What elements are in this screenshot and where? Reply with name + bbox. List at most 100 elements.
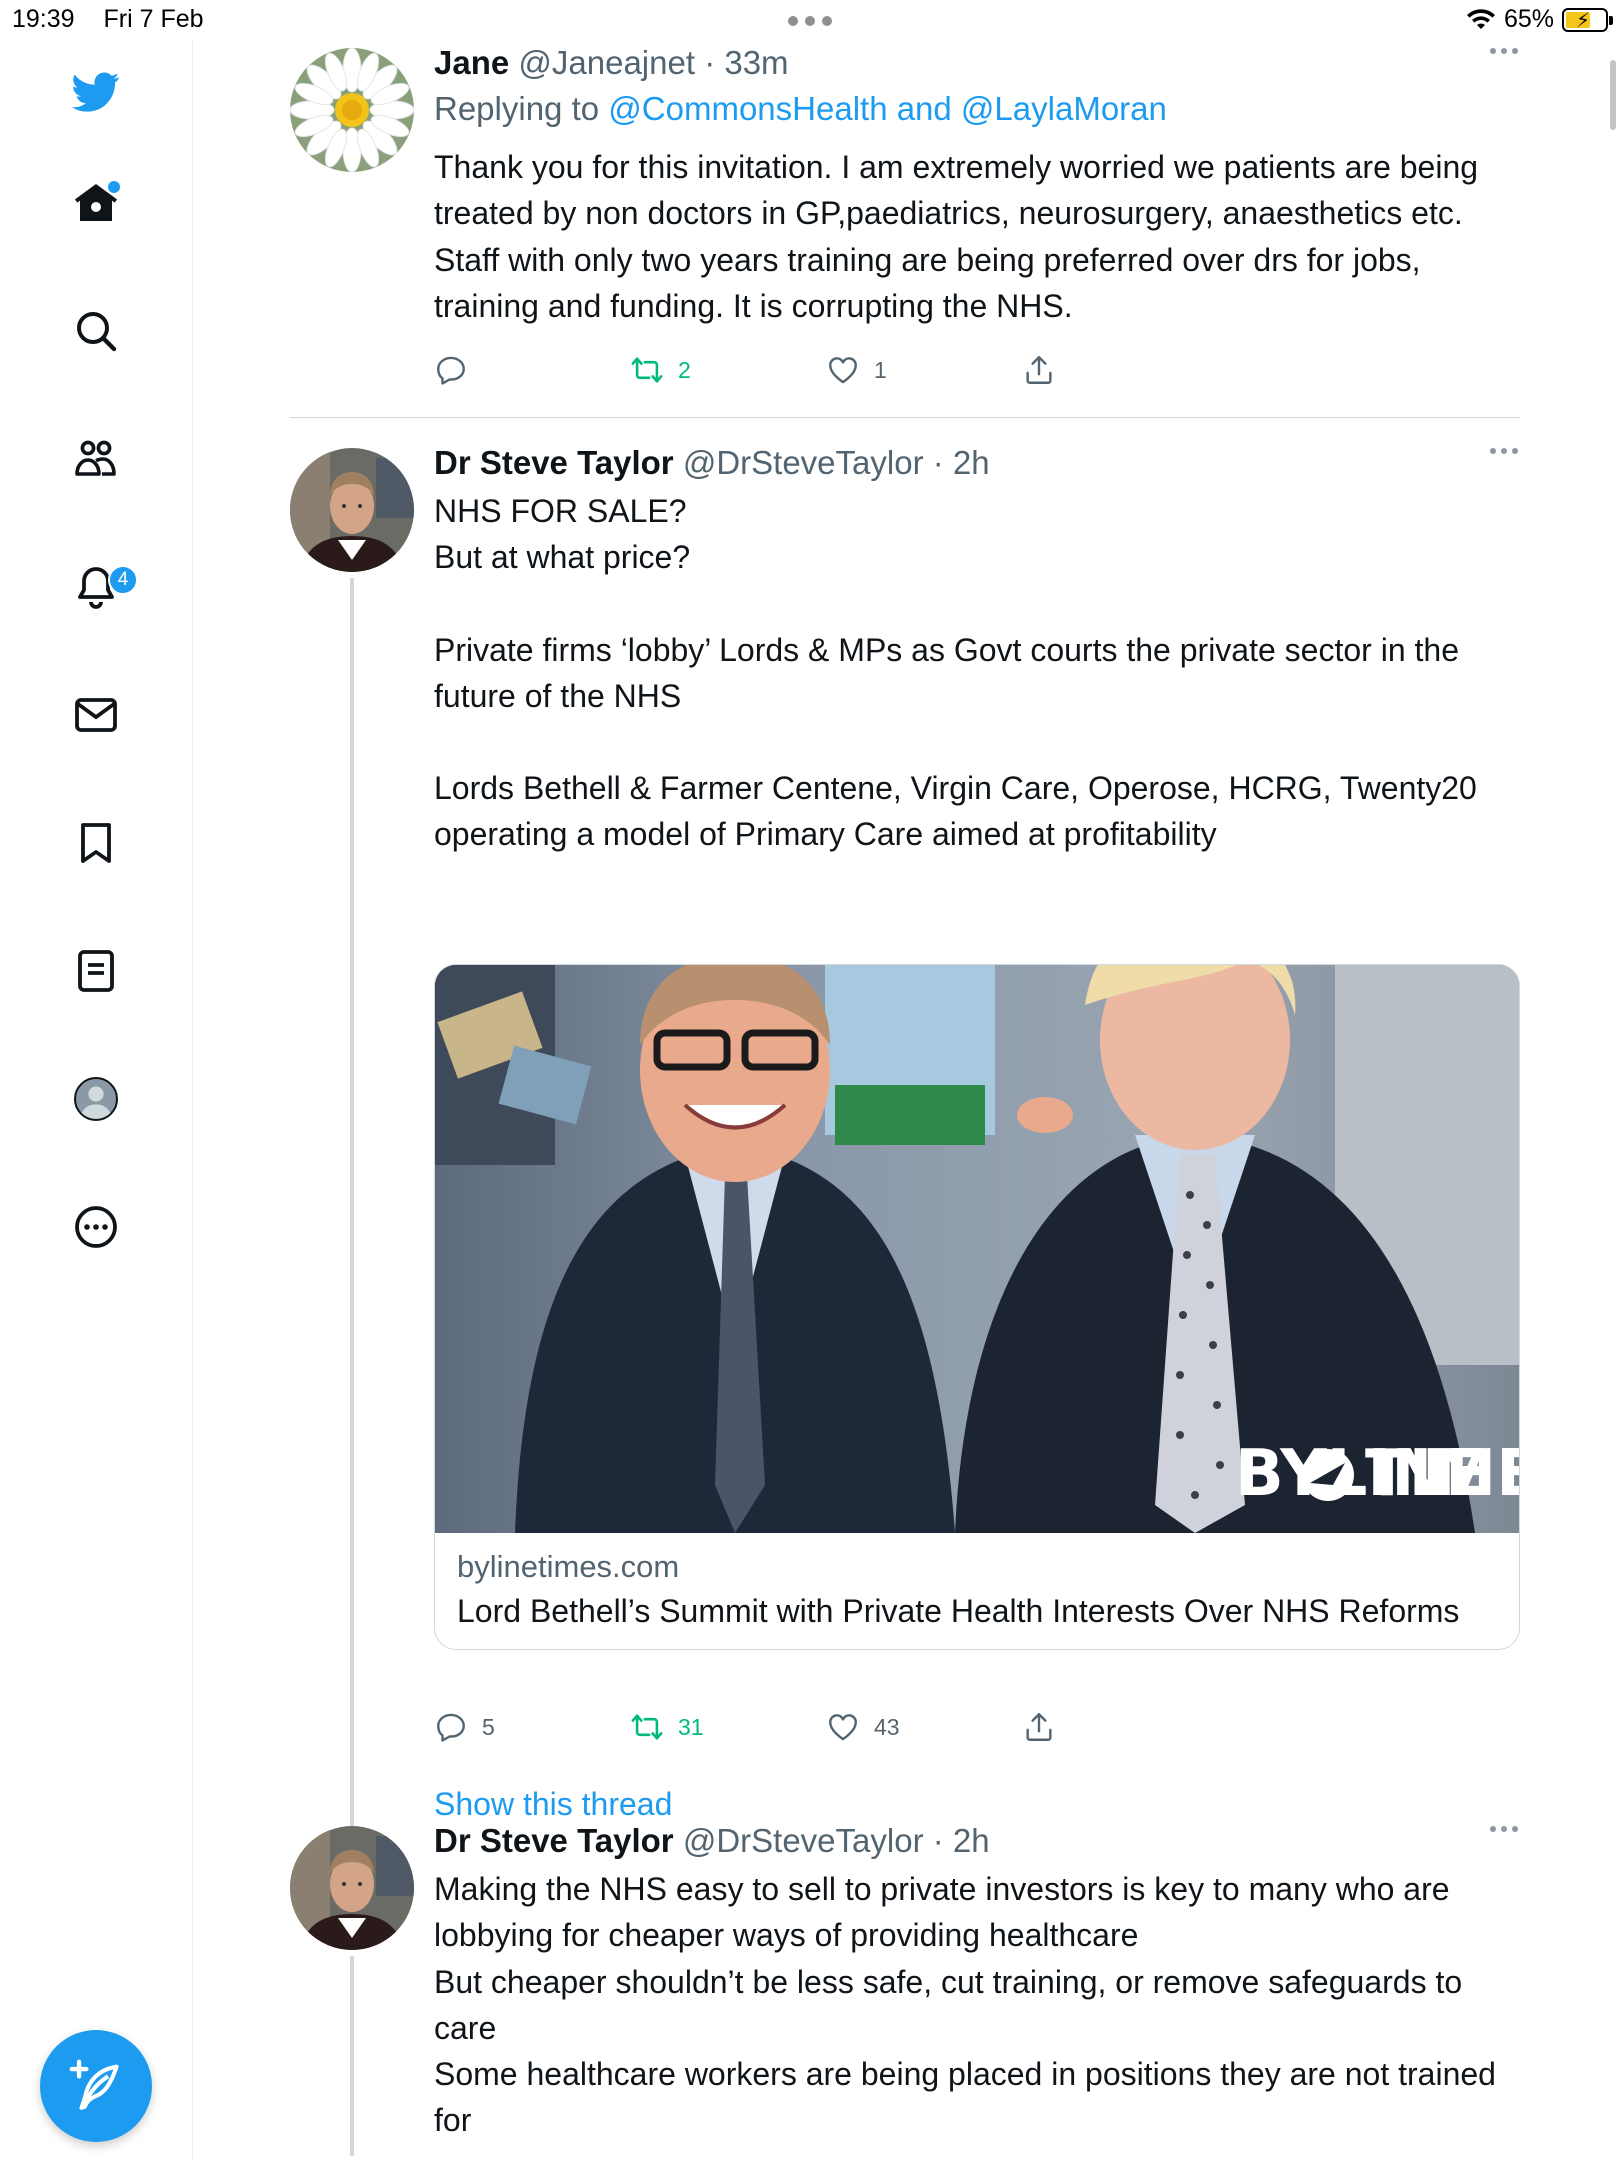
reply-button[interactable] bbox=[434, 353, 482, 387]
author-handle[interactable]: @DrSteveTaylor bbox=[683, 1822, 924, 1859]
status-bar: 19:39 Fri 7 Feb 65% ⚡ bbox=[0, 0, 1620, 40]
retweet-icon bbox=[631, 1714, 663, 1740]
sidebar-item-lists[interactable] bbox=[64, 939, 128, 1003]
thread-line bbox=[350, 1956, 354, 2156]
more-circle-icon bbox=[75, 1206, 117, 1248]
share-button[interactable] bbox=[1022, 353, 1056, 387]
search-icon bbox=[77, 312, 117, 352]
like-count: 1 bbox=[874, 356, 887, 383]
status-right: 65% ⚡ bbox=[1466, 5, 1613, 34]
tweet-line: But at what price? bbox=[434, 539, 691, 576]
link-domain: bylinetimes.com bbox=[457, 1549, 680, 1584]
reply-button[interactable]: 5 bbox=[434, 1710, 495, 1744]
scrollbar[interactable] bbox=[1610, 60, 1616, 130]
like-button[interactable]: 1 bbox=[826, 353, 887, 387]
retweet-count: 2 bbox=[678, 356, 691, 383]
compose-tweet-button[interactable] bbox=[40, 2030, 152, 2142]
retweet-button[interactable]: 2 bbox=[630, 353, 691, 387]
tweet-header: Dr Steve Taylor @DrSteveTaylor · 2h bbox=[434, 1822, 1520, 1860]
retweet-count: 31 bbox=[678, 1713, 704, 1740]
status-date: Fri 7 Feb bbox=[103, 5, 204, 33]
tweet-body: Dr Steve Taylor @DrSteveTaylor · 2h NHS … bbox=[434, 444, 1520, 858]
tweet-line: Lords Bethell & Farmer Centene, Virgin C… bbox=[434, 770, 1477, 807]
share-icon bbox=[1026, 1713, 1052, 1741]
tweet-actions: 5 31 43 bbox=[434, 1710, 1134, 1750]
sidebar-item-notifications[interactable]: 4 bbox=[64, 555, 138, 619]
link-preview-meta: bylinetimes.com Lord Bethell’s Summit wi… bbox=[435, 1533, 1519, 1649]
twitter-logo-icon[interactable] bbox=[64, 60, 128, 124]
retweet-icon bbox=[631, 357, 663, 383]
reply-count: 5 bbox=[482, 1713, 495, 1740]
sidebar-item-home[interactable] bbox=[64, 171, 128, 235]
author-name[interactable]: Jane bbox=[434, 44, 509, 81]
tweet-line: NHS FOR SALE? bbox=[434, 493, 687, 529]
tweet-body: Jane @Janeajnet · 33m Replying to @Commo… bbox=[434, 44, 1520, 329]
author-handle[interactable]: @DrSteveTaylor bbox=[683, 444, 924, 481]
like-button[interactable]: 43 bbox=[826, 1710, 900, 1744]
tweet-text: Making the NHS easy to sell to private i… bbox=[434, 1871, 1496, 2139]
thread-line bbox=[350, 578, 354, 1862]
thread-line-top bbox=[350, 1778, 354, 1814]
link-preview-image: BYLINE TIMES bbox=[435, 965, 1520, 1533]
wifi-icon bbox=[1466, 8, 1495, 29]
sidebar-item-more[interactable] bbox=[64, 1195, 128, 1259]
mail-icon bbox=[75, 698, 117, 732]
author-handle[interactable]: @Janeajnet bbox=[518, 44, 695, 81]
sidebar-item-profile[interactable] bbox=[64, 1067, 128, 1131]
avatar[interactable] bbox=[290, 448, 414, 572]
feather-plus-icon bbox=[69, 2059, 119, 2110]
sidebar-item-messages[interactable] bbox=[64, 683, 128, 747]
multitasking-dots-icon[interactable] bbox=[788, 16, 832, 26]
more-options-icon[interactable] bbox=[1490, 48, 1518, 54]
battery-icon: ⚡ bbox=[1562, 7, 1613, 32]
byline-times-watermark-times: TIMES bbox=[1365, 1437, 1520, 1511]
tweet-body: Dr Steve Taylor @DrSteveTaylor · 2h Maki… bbox=[434, 1822, 1520, 2144]
heart-icon bbox=[829, 1714, 857, 1741]
status-left: 19:39 Fri 7 Feb bbox=[12, 5, 226, 34]
share-icon bbox=[1026, 356, 1052, 384]
reply-icon bbox=[437, 356, 465, 385]
bookmark-icon bbox=[81, 823, 111, 863]
link-preview-card[interactable]: BYLINE TIMES bylinetimes.com Lord Bethel… bbox=[434, 964, 1520, 1650]
author-name[interactable]: Dr Steve Taylor bbox=[434, 1822, 674, 1859]
tweet-text: Thank you for this invitation. I am extr… bbox=[434, 149, 1479, 324]
sidebar-item-bookmarks[interactable] bbox=[64, 811, 128, 875]
profile-avatar-icon bbox=[74, 1077, 118, 1121]
home-unread-dot bbox=[108, 181, 120, 193]
more-options-icon[interactable] bbox=[1490, 1826, 1518, 1832]
author-name[interactable]: Dr Steve Taylor bbox=[434, 444, 674, 481]
sidebar-item-communities[interactable] bbox=[64, 427, 128, 491]
reply-icon bbox=[437, 1713, 465, 1742]
list-icon bbox=[78, 950, 114, 992]
tweet-time[interactable]: · 2h bbox=[933, 1822, 990, 1859]
link-title: Lord Bethell’s Summit with Private Healt… bbox=[457, 1593, 1460, 1629]
replying-to-link[interactable]: @CommonsHealth and @LaylaMoran bbox=[608, 90, 1167, 127]
notifications-badge: 4 bbox=[108, 565, 138, 595]
sidebar-item-explore[interactable] bbox=[64, 299, 128, 363]
status-time: 19:39 bbox=[12, 5, 75, 33]
tweet-actions: 2 1 bbox=[434, 353, 1134, 393]
tweet-divider bbox=[290, 417, 1520, 418]
avatar[interactable] bbox=[290, 1826, 414, 1950]
avatar[interactable] bbox=[290, 48, 414, 172]
show-thread-link[interactable]: Show this thread bbox=[434, 1786, 672, 1823]
battery-percent: 65% bbox=[1503, 5, 1554, 33]
more-options-icon[interactable] bbox=[1490, 448, 1518, 454]
sidebar-nav: 4 bbox=[0, 40, 193, 2160]
replying-prefix: Replying to bbox=[434, 90, 600, 127]
tweet-line: Private firms ‘lobby’ Lords & MPs as Gov… bbox=[434, 631, 1459, 714]
share-button[interactable] bbox=[1022, 1710, 1056, 1744]
communities-icon bbox=[75, 440, 116, 476]
heart-icon bbox=[829, 357, 857, 384]
tweet-line: operating a model of Primary Care aimed … bbox=[434, 816, 1217, 853]
tweet-time[interactable]: · 33m bbox=[704, 44, 788, 81]
tweet-header: Dr Steve Taylor @DrSteveTaylor · 2h bbox=[434, 444, 1520, 482]
tweet-text: NHS FOR SALE? But at what price? Private… bbox=[434, 488, 1520, 858]
retweet-button[interactable]: 31 bbox=[630, 1710, 704, 1744]
like-count: 43 bbox=[874, 1713, 900, 1740]
tweet-time[interactable]: · 2h bbox=[933, 444, 990, 481]
tweet-header: Jane @Janeajnet · 33m bbox=[434, 44, 1520, 82]
replying-to: Replying to @CommonsHealth and @LaylaMor… bbox=[434, 90, 1520, 128]
